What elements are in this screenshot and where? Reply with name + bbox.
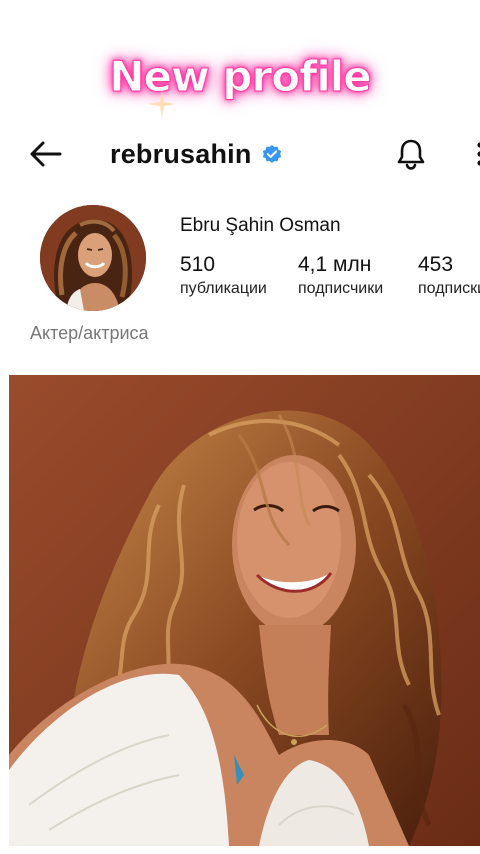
back-button[interactable] [26, 138, 66, 170]
stat-following[interactable]: 453 подписки [418, 252, 480, 300]
username-container: rebrusahin [110, 138, 283, 170]
sparkle-icon [148, 90, 176, 118]
new-profile-banner: New profile [109, 52, 372, 102]
profile-avatar[interactable] [40, 205, 146, 311]
more-options-button[interactable] [470, 138, 480, 170]
arrow-left-icon [30, 141, 62, 167]
posts-count: 510 [180, 253, 216, 276]
portrait-image [9, 375, 480, 846]
notifications-button[interactable] [393, 136, 429, 172]
featured-photo[interactable] [9, 375, 480, 846]
following-count: 453 [418, 253, 454, 276]
stat-posts[interactable]: 510 публикации [180, 252, 267, 300]
bell-icon [397, 139, 425, 170]
full-name: Ebru Şahin Osman [180, 215, 341, 236]
posts-label: публикации [180, 280, 267, 297]
profile-bio: Актер/актриса [30, 323, 149, 343]
more-vertical-icon [477, 142, 480, 166]
followers-count: 4,1 млн [298, 253, 372, 276]
verified-badge-icon [262, 145, 281, 163]
stat-followers[interactable]: 4,1 млн подписчики [298, 252, 383, 300]
avatar-image [40, 205, 146, 311]
profile-header: rebrusahin [0, 128, 480, 180]
followers-label: подписчики [298, 280, 384, 297]
username: rebrusahin [110, 138, 252, 169]
following-label: подписки [418, 280, 480, 297]
profile-screen: New profile rebrusahin Ebru Şahin Osman … [0, 0, 480, 854]
